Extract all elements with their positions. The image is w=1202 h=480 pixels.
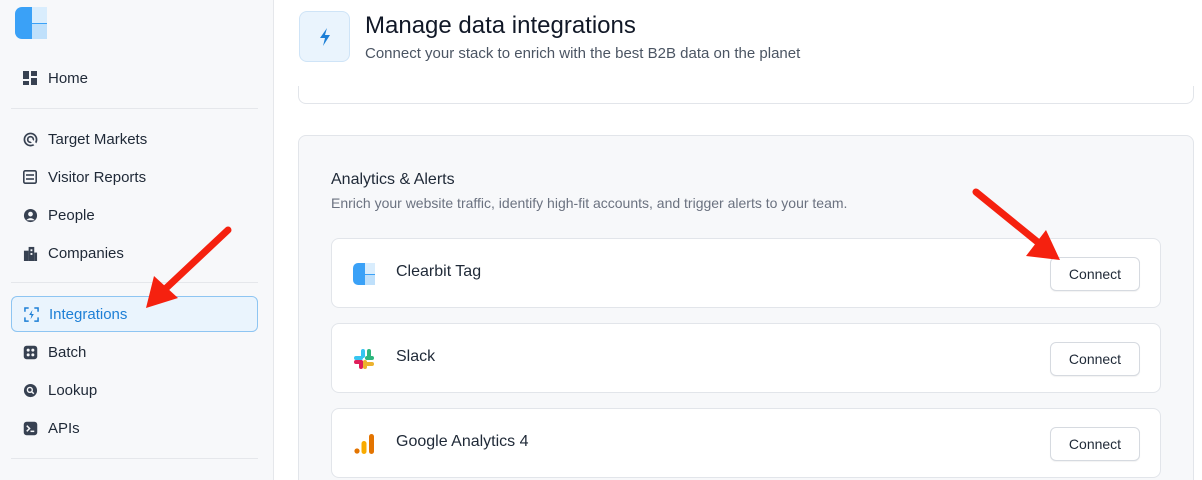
page-header: Manage data integrations Connect your st…: [275, 0, 1202, 99]
sidebar-item-home[interactable]: Home: [11, 60, 258, 96]
terminal-icon: [22, 420, 38, 436]
slack-logo: [354, 349, 374, 369]
integration-name: Google Analytics 4: [396, 433, 529, 450]
lightning-icon: [299, 11, 350, 62]
sidebar-item-label: Home: [48, 69, 89, 87]
integration-name: Slack: [396, 348, 436, 365]
sidebar-item-batch[interactable]: Batch: [11, 334, 258, 370]
section-description: Enrich your website traffic, identify hi…: [331, 195, 848, 211]
integration-name: Clearbit Tag: [396, 263, 482, 280]
building-icon: [22, 245, 38, 261]
lookup-icon: [22, 382, 38, 398]
header-card-edge: [298, 86, 1194, 104]
target-icon: [22, 131, 38, 147]
google-analytics-logo: [354, 434, 374, 454]
sidebar-item-label: Batch: [48, 343, 87, 361]
report-icon: [22, 169, 38, 185]
clearbit-logo[interactable]: [15, 7, 47, 39]
sidebar-item-label: Integrations: [49, 305, 128, 323]
section-title: Analytics & Alerts: [331, 171, 455, 188]
page-subtitle: Connect your stack to enrich with the be…: [365, 45, 801, 62]
dashboard-icon: [22, 70, 38, 86]
sidebar-item-label: Visitor Reports: [48, 168, 147, 186]
sidebar-item-label: Target Markets: [48, 130, 148, 148]
sidebar-item-label: People: [48, 206, 95, 224]
integration-row-slack: Slack Connect: [331, 323, 1161, 393]
connect-button-slack[interactable]: Connect: [1050, 342, 1140, 376]
sidebar-item-apis[interactable]: APIs: [11, 410, 258, 446]
annotation-arrow-connect: [972, 188, 1060, 260]
sidebar-item-visitor-reports[interactable]: Visitor Reports: [11, 159, 258, 195]
sidebar-item-label: APIs: [48, 419, 80, 437]
integrations-icon: [23, 306, 39, 322]
sidebar-item-lookup[interactable]: Lookup: [11, 372, 258, 408]
clearbit-logo: [353, 263, 375, 285]
sidebar-item-label: Companies: [48, 244, 124, 262]
sidebar-item-label: Lookup: [48, 381, 98, 399]
connect-button-google-analytics-4[interactable]: Connect: [1050, 427, 1140, 461]
integration-row-google-analytics-4: Google Analytics 4 Connect: [331, 408, 1161, 478]
sidebar-item-target-markets[interactable]: Target Markets: [11, 121, 258, 157]
batch-icon: [22, 344, 38, 360]
annotation-arrow-integrations: [146, 226, 232, 308]
sidebar-divider: [11, 458, 258, 459]
people-icon: [22, 207, 38, 223]
sidebar-divider: [11, 108, 258, 109]
page-title: Manage data integrations: [365, 12, 636, 39]
